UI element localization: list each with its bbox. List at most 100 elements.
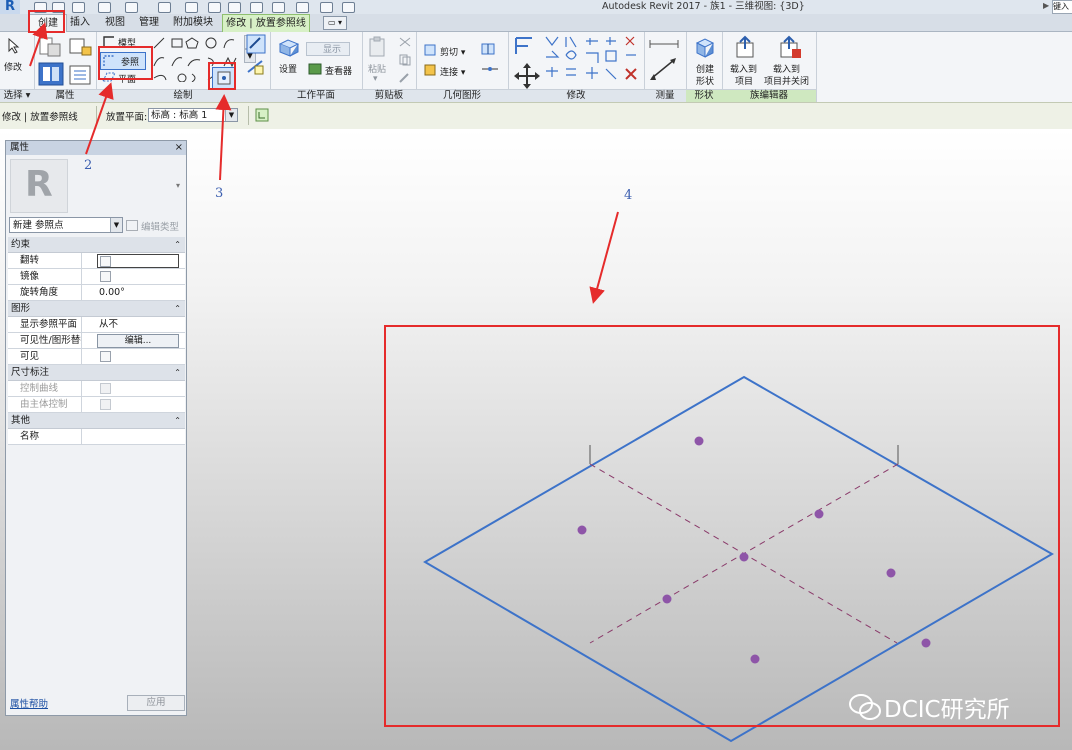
switch-windows-icon[interactable] <box>342 2 355 13</box>
callout-number-4: 4 <box>624 188 633 203</box>
ribbon: 修改 选择 ▾ 属性 模型 参照 平面 ▼ 绘制 设置 显示 查看器 工作平面 … <box>0 32 1072 102</box>
undo-icon[interactable] <box>98 2 111 13</box>
thin-lines-icon[interactable] <box>296 2 309 13</box>
load-and-close-icon[interactable] <box>778 35 802 59</box>
category-other[interactable]: 其他 ⌃ <box>8 413 185 429</box>
join-geometry-button[interactable]: 连接 ▾ <box>440 65 465 78</box>
options-bar-context: 修改 | 放置参照线 <box>2 112 78 123</box>
collapse-icon[interactable]: ⌃ <box>174 301 181 316</box>
chevron-down-icon[interactable]: ▾ <box>176 181 180 190</box>
cursor-arrow-icon[interactable] <box>7 38 21 54</box>
join-geometry-icon[interactable] <box>424 64 436 76</box>
type-properties-icon[interactable] <box>68 64 94 86</box>
load-into-project-label-2[interactable]: 项目 <box>735 74 753 87</box>
load-into-project-icon[interactable] <box>734 35 756 59</box>
tab-manage[interactable]: 管理 <box>134 15 164 30</box>
category-graphics[interactable]: 图形 ⌃ <box>8 301 185 317</box>
set-workplane-label[interactable]: 设置 <box>279 62 297 75</box>
window-title: Autodesk Revit 2017 - 族1 - 三维视图: {3D} <box>602 1 805 12</box>
panel-select-label[interactable]: 选择 ▾ <box>0 89 34 102</box>
collapse-icon[interactable]: ⌃ <box>174 237 181 252</box>
measure-icon[interactable] <box>185 2 198 13</box>
collapse-icon[interactable]: ⌃ <box>174 413 181 428</box>
edit-overrides-button[interactable]: 编辑... <box>97 334 179 348</box>
close-icon[interactable]: × <box>175 141 183 155</box>
show-ref-planes-value[interactable]: 从不 <box>96 317 184 332</box>
panel-properties-label: 属性 <box>34 89 96 102</box>
collapse-icon[interactable]: ⌃ <box>174 365 181 380</box>
dimension-icon[interactable] <box>208 2 221 13</box>
tab-addins[interactable]: 附加模块 <box>168 15 218 30</box>
search-caret-icon[interactable]: ▶ <box>1043 1 1049 10</box>
panel-draw-label: 绘制 <box>96 89 270 102</box>
property-key: 镜像 <box>8 269 82 284</box>
property-row-visibility-overrides: 可见性/图形替换 编辑... <box>8 333 185 349</box>
paste-dropdown-icon[interactable]: ▾ <box>373 74 378 84</box>
close-hidden-icon[interactable] <box>320 2 333 13</box>
category-label: 尺寸标注 <box>11 367 50 378</box>
placement-plane-select[interactable]: 标高 : 标高 1 ▼ <box>148 108 238 122</box>
modify-button-label[interactable]: 修改 <box>4 60 22 73</box>
category-label: 其他 <box>11 415 31 426</box>
properties-palette-icon[interactable] <box>38 62 64 86</box>
revit-logo-icon: R <box>25 164 53 205</box>
tab-modify-place-reference-line[interactable]: 修改 | 放置参照线 <box>222 14 310 32</box>
set-workplane-icon[interactable] <box>278 38 300 58</box>
category-dimensions[interactable]: 尺寸标注 ⌃ <box>8 365 185 381</box>
match-properties-icon[interactable] <box>398 72 412 84</box>
ribbon-tab-bar: 创建 插入 视图 管理 附加模块 修改 | 放置参照线 ▭ ▾ <box>0 14 1072 32</box>
rotation-angle-value[interactable]: 0.00° <box>96 285 184 300</box>
show-workplane-button[interactable]: 显示 <box>306 42 350 56</box>
type-selector[interactable]: 新建 参照点 ▼ <box>9 217 123 233</box>
pick-lines-icon[interactable] <box>245 58 267 76</box>
measure-icons[interactable] <box>648 36 682 86</box>
properties-header[interactable]: 属性 × <box>6 141 186 155</box>
options-divider-2 <box>248 106 249 125</box>
modify-tools-grid[interactable] <box>544 35 640 87</box>
cut-geometry-icon[interactable] <box>424 44 436 56</box>
properties-help-link[interactable]: 属性帮助 <box>10 696 48 710</box>
cut-geometry-button[interactable]: 剪切 ▾ <box>440 45 465 58</box>
app-logo[interactable]: R <box>0 0 20 14</box>
copy-icon[interactable] <box>398 54 412 66</box>
print-icon[interactable] <box>158 2 171 13</box>
family-types-icon[interactable] <box>38 36 64 58</box>
pick-workplane-icon[interactable] <box>255 108 269 122</box>
align-move-icons[interactable] <box>512 34 542 90</box>
minimize-ribbon-button[interactable]: ▭ ▾ <box>323 16 347 30</box>
sync-icon[interactable] <box>72 2 85 13</box>
visible-checkbox[interactable] <box>100 351 111 362</box>
cut-icon[interactable] <box>398 36 412 48</box>
tab-insert[interactable]: 插入 <box>66 15 94 30</box>
apply-button[interactable]: 应用 <box>127 695 185 711</box>
category-label: 图形 <box>11 303 31 314</box>
text-icon[interactable] <box>228 2 241 13</box>
panel-modify-label: 修改 <box>508 89 644 102</box>
edit-type-button[interactable]: 编辑类型 <box>126 219 179 233</box>
wall-joins-icon[interactable] <box>480 62 500 76</box>
search-input[interactable]: 键入 <box>1052 0 1072 14</box>
flip-checkbox[interactable] <box>100 256 111 267</box>
viewer-icon[interactable] <box>308 63 322 75</box>
work-plane-based-icon[interactable] <box>245 33 267 55</box>
name-value[interactable] <box>96 429 184 444</box>
panel-measure: 测量 <box>644 32 687 102</box>
viewer-button[interactable]: 查看器 <box>325 64 352 77</box>
highlight-reference-tool <box>98 46 153 80</box>
tab-view[interactable]: 视图 <box>100 15 130 30</box>
redo-icon[interactable] <box>125 2 138 13</box>
create-form-label-2[interactable]: 形状 <box>696 74 714 87</box>
family-category-icon[interactable] <box>68 36 94 58</box>
flip-field[interactable] <box>97 254 179 268</box>
load-and-close-label-2[interactable]: 项目并关闭 <box>764 74 809 87</box>
section-icon[interactable] <box>272 2 285 13</box>
create-form-icon[interactable] <box>693 35 717 59</box>
3d-view-icon[interactable] <box>250 2 263 13</box>
category-constraints[interactable]: 约束 ⌃ <box>8 237 185 253</box>
split-face-icon[interactable] <box>480 42 496 56</box>
paste-icon[interactable] <box>368 36 388 58</box>
mirror-checkbox[interactable] <box>100 271 111 282</box>
panel-measure-label: 测量 <box>644 89 686 102</box>
highlight-create-tab <box>28 10 65 33</box>
draw-tools-gallery[interactable] <box>152 36 258 82</box>
